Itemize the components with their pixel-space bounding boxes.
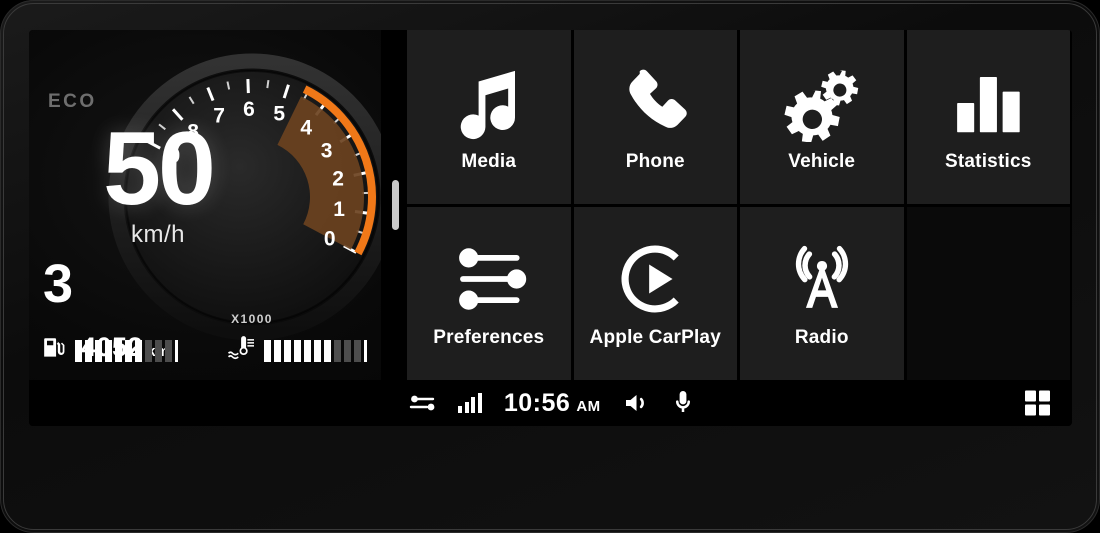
tile-label: Media [461, 150, 517, 172]
tach-tick-label: 9 [168, 145, 180, 168]
level-segment-filled [314, 339, 321, 362]
gear-indicator: 3 [43, 254, 73, 314]
tachometer-multiplier-label: X1000 [231, 312, 273, 326]
radio-tower-icon [783, 237, 861, 321]
level-segment-filled [85, 339, 92, 362]
level-segment-filled [75, 339, 82, 362]
clock: 10:56 AM [504, 389, 601, 418]
microphone-icon[interactable] [673, 390, 693, 416]
level-segment-empty [354, 339, 361, 362]
level-segment-filled [264, 339, 271, 362]
tile-label: Phone [625, 150, 685, 172]
head-unit-device: ECO 0 1 2 3 4 5 6 7 8 9 X1000 50 km/h 3 … [0, 0, 1100, 533]
level-segment-filled [324, 339, 331, 362]
tach-tick-label: 2 [332, 168, 344, 191]
coolant-temp-bars [264, 339, 367, 362]
tile-statistics[interactable]: Statistics [906, 30, 1070, 204]
tile-phone[interactable]: Phone [573, 30, 737, 204]
tile-preferences[interactable]: Preferences [407, 206, 571, 380]
level-segment-filled [135, 339, 142, 362]
signal-bar [471, 397, 476, 413]
scrollbar-handle[interactable] [392, 180, 399, 230]
tachometer-gauge: 0 1 2 3456789 X1000 [107, 52, 397, 342]
apps-grid-cell [1039, 390, 1050, 402]
tile-label: Vehicle [788, 150, 856, 172]
bar-chart-icon [949, 61, 1027, 145]
fuel-gauge [42, 335, 178, 366]
level-segment-filled [294, 339, 301, 362]
level-segment-empty [334, 339, 341, 362]
tach-tick-label: 3 [321, 139, 333, 162]
level-segment-filled [284, 339, 291, 362]
tach-tick-label: 7 [213, 104, 225, 127]
apps-grid-icon[interactable] [1025, 390, 1050, 416]
cluster-bottom-gauges [29, 335, 381, 366]
tach-tick-label: 0 [324, 227, 336, 250]
sliders-icon[interactable] [408, 392, 436, 414]
signal-bar [477, 393, 482, 413]
signal-bar [458, 406, 463, 413]
tile-label: Apple CarPlay [589, 327, 721, 349]
level-segment-filled [125, 339, 132, 362]
tile-vehicle[interactable]: Vehicle [740, 30, 904, 204]
level-segment-empty [155, 339, 162, 362]
tach-tick-label: 1 [333, 198, 345, 221]
instrument-cluster: ECO 0 1 2 3 4 5 6 7 8 9 X1000 50 km/h 3 … [29, 30, 396, 380]
sliders-icon [450, 237, 528, 321]
gears-icon [783, 61, 861, 145]
tach-tick-label: 6 [243, 98, 255, 121]
tach-tick-label: 5 [273, 102, 285, 125]
carplay-icon [616, 237, 694, 321]
coolant-temp-gauge [227, 335, 367, 366]
signal-bars-icon [458, 393, 482, 413]
tach-tick-label: 8 [187, 121, 199, 144]
level-end-tick [175, 339, 178, 362]
apps-grid-cell [1025, 390, 1036, 402]
level-segment-empty [165, 339, 172, 362]
level-segment-empty [344, 339, 351, 362]
speaker-icon[interactable] [623, 391, 651, 415]
apps-grid-cell [1025, 404, 1036, 416]
phone-icon [616, 61, 694, 145]
level-segment-filled [274, 339, 281, 362]
panel-divider [381, 30, 407, 380]
screen-body: ECO 0 1 2 3 4 5 6 7 8 9 X1000 50 km/h 3 … [29, 30, 1072, 380]
level-segment-filled [95, 339, 102, 362]
app-tile-grid: Media Phone Vehicle Statistics Preferences Ap… [407, 30, 1072, 380]
level-end-tick [364, 339, 367, 362]
tile-apple-carplay[interactable]: Apple CarPlay [573, 206, 737, 380]
eco-indicator: ECO [48, 91, 97, 112]
apps-grid-cell [1039, 404, 1050, 416]
fuel-pump-icon [42, 335, 68, 366]
status-bar: 10:56 AM [29, 380, 1072, 426]
tile-empty [906, 206, 1070, 380]
coolant-temp-icon [227, 335, 257, 366]
level-segment-filled [115, 339, 122, 362]
fuel-level-bars [75, 339, 178, 362]
tile-media[interactable]: Media [407, 30, 571, 204]
clock-time: 10:56 [503, 388, 571, 417]
signal-bar [464, 401, 469, 413]
tile-radio[interactable]: Radio [740, 206, 904, 380]
music-note-icon [450, 61, 528, 145]
tachometer-svg: 0 1 2 3456789 X1000 [108, 53, 396, 341]
level-segment-empty [145, 339, 152, 362]
tile-label: Radio [794, 327, 849, 349]
display-screen: ECO 0 1 2 3 4 5 6 7 8 9 X1000 50 km/h 3 … [29, 30, 1072, 426]
clock-ampm: AM [576, 397, 601, 415]
tile-label: Preferences [433, 327, 545, 349]
level-segment-filled [304, 339, 311, 362]
tile-label: Statistics [945, 150, 1032, 172]
tach-minor-tick [266, 80, 270, 89]
level-segment-filled [105, 339, 112, 362]
tach-tick-label: 4 [300, 117, 312, 140]
